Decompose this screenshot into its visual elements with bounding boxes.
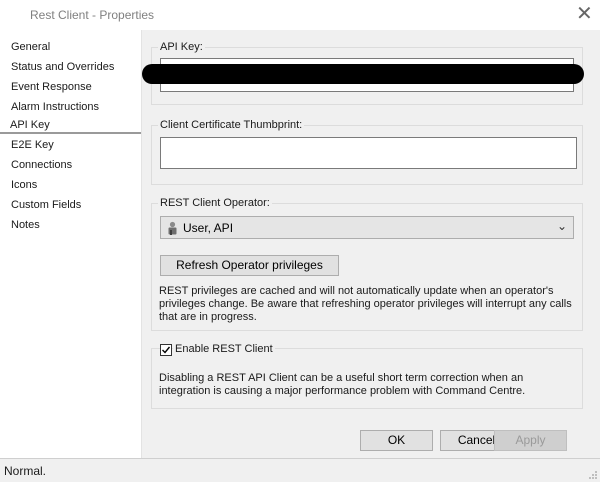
operator-select[interactable]: User, API ⌄: [160, 216, 574, 239]
window-title: Rest Client - Properties: [30, 8, 155, 22]
refresh-operator-privileges-button[interactable]: Refresh Operator privileges: [160, 255, 339, 276]
sidebar-item-connections[interactable]: Connections: [11, 156, 72, 174]
operator-privileges-note: REST privileges are cached and will not …: [159, 285, 572, 323]
sidebar-item-event-response[interactable]: Event Response: [11, 78, 92, 96]
sidebar-item-e2e-key[interactable]: E2E Key: [11, 136, 54, 154]
enable-rest-client-checkbox[interactable]: [160, 344, 172, 356]
redaction-bar: [142, 64, 584, 84]
client-cert-label: Client Certificate Thumbprint:: [158, 119, 305, 131]
sidebar-item-icons[interactable]: Icons: [11, 176, 37, 194]
api-key-label: API Key:: [158, 41, 205, 53]
status-text: Normal.: [4, 464, 47, 478]
resize-grip-icon[interactable]: [588, 470, 598, 480]
sidebar-item-custom-fields[interactable]: Custom Fields: [11, 196, 81, 214]
user-icon: [168, 221, 177, 235]
chevron-down-icon: ⌄: [556, 219, 567, 233]
apply-button[interactable]: Apply: [494, 430, 567, 451]
close-icon[interactable]: ✕: [576, 3, 593, 25]
operator-label: REST Client Operator:: [158, 197, 272, 209]
sidebar-item-alarm-instructions[interactable]: Alarm Instructions: [11, 98, 99, 116]
properties-panel: API Key: Client Certificate Thumbprint: …: [142, 30, 600, 458]
checkmark-icon: [162, 346, 171, 354]
sidebar-item-notes[interactable]: Notes: [11, 216, 40, 234]
ok-button[interactable]: OK: [360, 430, 433, 451]
title-bar: Rest Client - Properties ✕: [0, 0, 600, 30]
operator-selected-value: User, API: [183, 221, 234, 235]
sidebar: General Status and Overrides Event Respo…: [0, 30, 142, 458]
enable-rest-client-label[interactable]: Enable REST Client: [173, 343, 275, 355]
sidebar-item-general[interactable]: General: [11, 38, 50, 56]
enable-rest-client-note: Disabling a REST API Client can be a use…: [159, 372, 526, 397]
client-cert-input[interactable]: [160, 137, 577, 169]
sidebar-item-status-and-overrides[interactable]: Status and Overrides: [11, 58, 114, 76]
status-bar: Normal.: [0, 458, 600, 482]
sidebar-item-api-key[interactable]: API Key: [0, 116, 141, 134]
